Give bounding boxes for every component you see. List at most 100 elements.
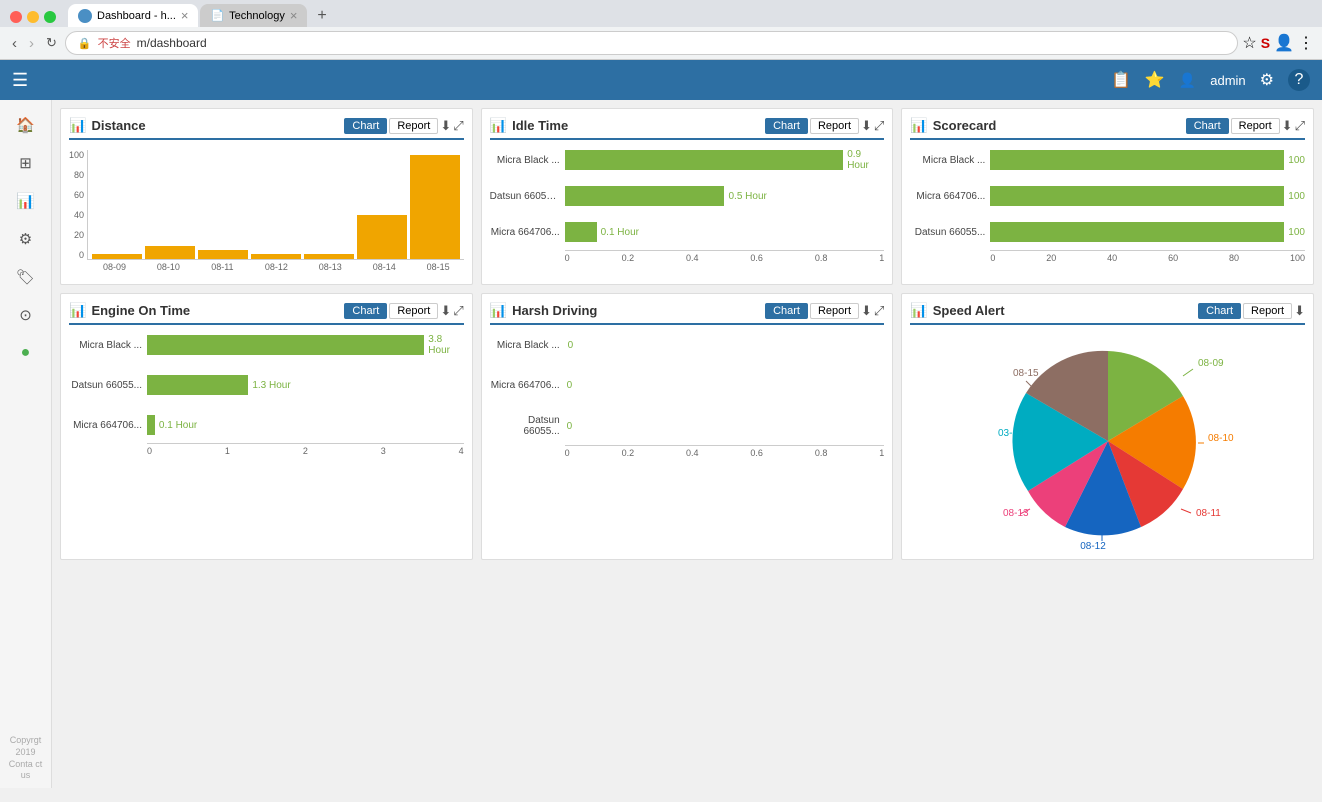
speed-chart-btn[interactable]: Chart: [1198, 303, 1241, 319]
app-container: ☰ 📋 ⭐ 👤 admin ⚙ ? 🏠 ⊞ 📊 ⚙ 🏷 ⊙ ● Copyrgt …: [0, 60, 1322, 788]
sidebar-item-circle[interactable]: ⊙: [8, 298, 44, 332]
browser-tab-1[interactable]: Dashboard - h... ×: [68, 4, 198, 27]
browser-titlebar: Dashboard - h... × 📄 Technology × +: [0, 0, 1322, 27]
sidebar-item-chart[interactable]: 📊: [8, 184, 44, 218]
speed-report-btn[interactable]: Report: [1243, 303, 1292, 319]
distance-chart-header: 📊 Distance Chart Report ⬇ ⤢: [69, 117, 464, 140]
svg-text:03-14: 03-14: [998, 428, 1024, 439]
scorecard-chart-area: Micra Black ... 100 Micra 664706... 100: [910, 146, 1305, 267]
svg-text:08-11: 08-11: [1196, 508, 1221, 519]
lock-icon: 🔒: [78, 37, 92, 50]
hamburger-icon[interactable]: ☰: [12, 70, 28, 91]
vchart-bar-4: [304, 254, 354, 259]
harsh-driving-actions: Chart Report ⬇ ⤢: [765, 303, 884, 319]
engine-on-time-icon: 📊: [69, 302, 86, 319]
sidebar-item-dot[interactable]: ●: [8, 336, 44, 370]
distance-title: 📊 Distance: [69, 117, 146, 134]
engine-chart-btn[interactable]: Chart: [344, 303, 387, 319]
idle-download-icon[interactable]: ⬇: [861, 118, 872, 134]
engine-on-time-header: 📊 Engine On Time Chart Report ⬇ ⤢: [69, 302, 464, 325]
speed-alert-icon: 📊: [910, 302, 927, 319]
header-left: ☰: [12, 70, 28, 91]
distance-actions: Chart Report ⬇ ⤢: [344, 118, 463, 134]
speed-alert-pie: 08-09 08-10 08-11 08-12 08-13 03-14: [998, 331, 1218, 551]
engine-on-time-actions: Chart Report ⬇ ⤢: [344, 303, 463, 319]
idle-time-title: 📊 Idle Time: [490, 117, 569, 134]
new-tab-button[interactable]: +: [309, 5, 334, 27]
harsh-download-icon[interactable]: ⬇: [861, 303, 872, 319]
speed-alert-header: 📊 Speed Alert Chart Report ⬇: [910, 302, 1305, 325]
idle-expand-icon[interactable]: ⤢: [874, 118, 884, 134]
engine-report-btn[interactable]: Report: [389, 303, 438, 319]
distance-chart-area: 100806040200: [69, 146, 464, 276]
bookmark-button[interactable]: ☆: [1242, 33, 1256, 53]
tab2-label: Technology: [229, 10, 285, 22]
charts-grid: 📊 Distance Chart Report ⬇ ⤢: [60, 108, 1314, 560]
account-button[interactable]: 👤: [1274, 33, 1294, 53]
sidebar-item-grid[interactable]: ⊞: [8, 146, 44, 180]
tab1-favicon: [78, 9, 92, 23]
close-button[interactable]: [10, 11, 22, 23]
vchart-bar-0: [92, 254, 142, 259]
sidebar-item-settings[interactable]: ⚙: [8, 222, 44, 256]
traffic-lights: [8, 9, 64, 23]
reload-button[interactable]: ↻: [42, 33, 61, 53]
idle-chart-btn[interactable]: Chart: [765, 118, 808, 134]
help-icon[interactable]: ?: [1288, 69, 1310, 91]
engine-on-time-chart-card: 📊 Engine On Time Chart Report ⬇ ⤢ Micra …: [60, 293, 473, 560]
speed-alert-title: 📊 Speed Alert: [910, 302, 1004, 319]
scorecard-report-btn[interactable]: Report: [1231, 118, 1280, 134]
harsh-report-btn[interactable]: Report: [810, 303, 859, 319]
browser-window: Dashboard - h... × 📄 Technology × + ‹ › …: [0, 0, 1322, 60]
distance-report-btn[interactable]: Report: [389, 118, 438, 134]
forward-button[interactable]: ›: [25, 33, 38, 54]
engine-download-icon[interactable]: ⬇: [440, 303, 451, 319]
notifications-icon[interactable]: 📋: [1111, 70, 1131, 90]
scorecard-icon: 📊: [910, 117, 927, 134]
sidebar-item-home[interactable]: 🏠: [8, 108, 44, 142]
sidebar: 🏠 ⊞ 📊 ⚙ 🏷 ⊙ ● Copyrgt 2019 Conta ct us: [0, 100, 52, 788]
maximize-button[interactable]: [44, 11, 56, 23]
idle-report-btn[interactable]: Report: [810, 118, 859, 134]
browser-tab-2[interactable]: 📄 Technology ×: [200, 4, 307, 27]
speed-alert-chart-area: 08-09 08-10 08-11 08-12 08-13 03-14: [910, 331, 1305, 551]
speed-download-icon[interactable]: ⬇: [1294, 303, 1305, 319]
harsh-driving-chart-area: Micra Black ... 0 Micra 664706... 0: [490, 331, 885, 462]
vchart-bar-6: [410, 155, 460, 259]
tab2-close-icon[interactable]: ×: [290, 8, 298, 23]
scorecard-chart-btn[interactable]: Chart: [1186, 118, 1229, 134]
user-icon: 👤: [1179, 72, 1196, 89]
distance-download-icon[interactable]: ⬇: [440, 118, 451, 134]
browser-navbar: ‹ › ↻ 🔒 不安全 m/dashboard ☆ S 👤 ⋮: [0, 27, 1322, 60]
vchart-bar-2: [198, 250, 248, 259]
distance-chart-card: 📊 Distance Chart Report ⬇ ⤢: [60, 108, 473, 285]
browser-tabs-container: Dashboard - h... × 📄 Technology × +: [68, 4, 335, 27]
sidebar-copyright: Copyrgt 2019 Conta ct us: [0, 729, 51, 788]
svg-text:08-12: 08-12: [1080, 541, 1106, 552]
harsh-expand-icon[interactable]: ⤢: [874, 303, 884, 319]
app-body: 🏠 ⊞ 📊 ⚙ 🏷 ⊙ ● Copyrgt 2019 Conta ct us 📊: [0, 100, 1322, 788]
app-header: ☰ 📋 ⭐ 👤 admin ⚙ ?: [0, 60, 1322, 100]
star-icon[interactable]: ⭐: [1145, 70, 1165, 90]
engine-expand-icon[interactable]: ⤢: [453, 303, 463, 319]
vchart-bar-3: [251, 254, 301, 259]
scorecard-expand-icon[interactable]: ⤢: [1295, 118, 1305, 134]
sidebar-item-tag[interactable]: 🏷: [8, 260, 44, 294]
back-button[interactable]: ‹: [8, 33, 21, 54]
minimize-button[interactable]: [27, 11, 39, 23]
header-right: 📋 ⭐ 👤 admin ⚙ ?: [1111, 69, 1310, 91]
distance-chart-btn[interactable]: Chart: [344, 118, 387, 134]
distance-expand-icon[interactable]: ⤢: [453, 118, 463, 134]
settings-icon[interactable]: ⚙: [1260, 70, 1274, 90]
tab1-close-icon[interactable]: ×: [181, 8, 189, 23]
url-warning: 不安全: [98, 35, 131, 51]
scorecard-chart-card: 📊 Scorecard Chart Report ⬇ ⤢ Micra Black: [901, 108, 1314, 285]
scorecard-actions: Chart Report ⬇ ⤢: [1186, 118, 1305, 134]
url-bar[interactable]: 🔒 不安全 m/dashboard: [65, 31, 1238, 55]
menu-button[interactable]: ⋮: [1298, 33, 1314, 53]
scorecard-download-icon[interactable]: ⬇: [1282, 118, 1293, 134]
speed-alert-actions: Chart Report ⬇: [1198, 303, 1305, 319]
profile-s-button[interactable]: S: [1261, 35, 1270, 51]
scorecard-title: 📊 Scorecard: [910, 117, 996, 134]
harsh-chart-btn[interactable]: Chart: [765, 303, 808, 319]
